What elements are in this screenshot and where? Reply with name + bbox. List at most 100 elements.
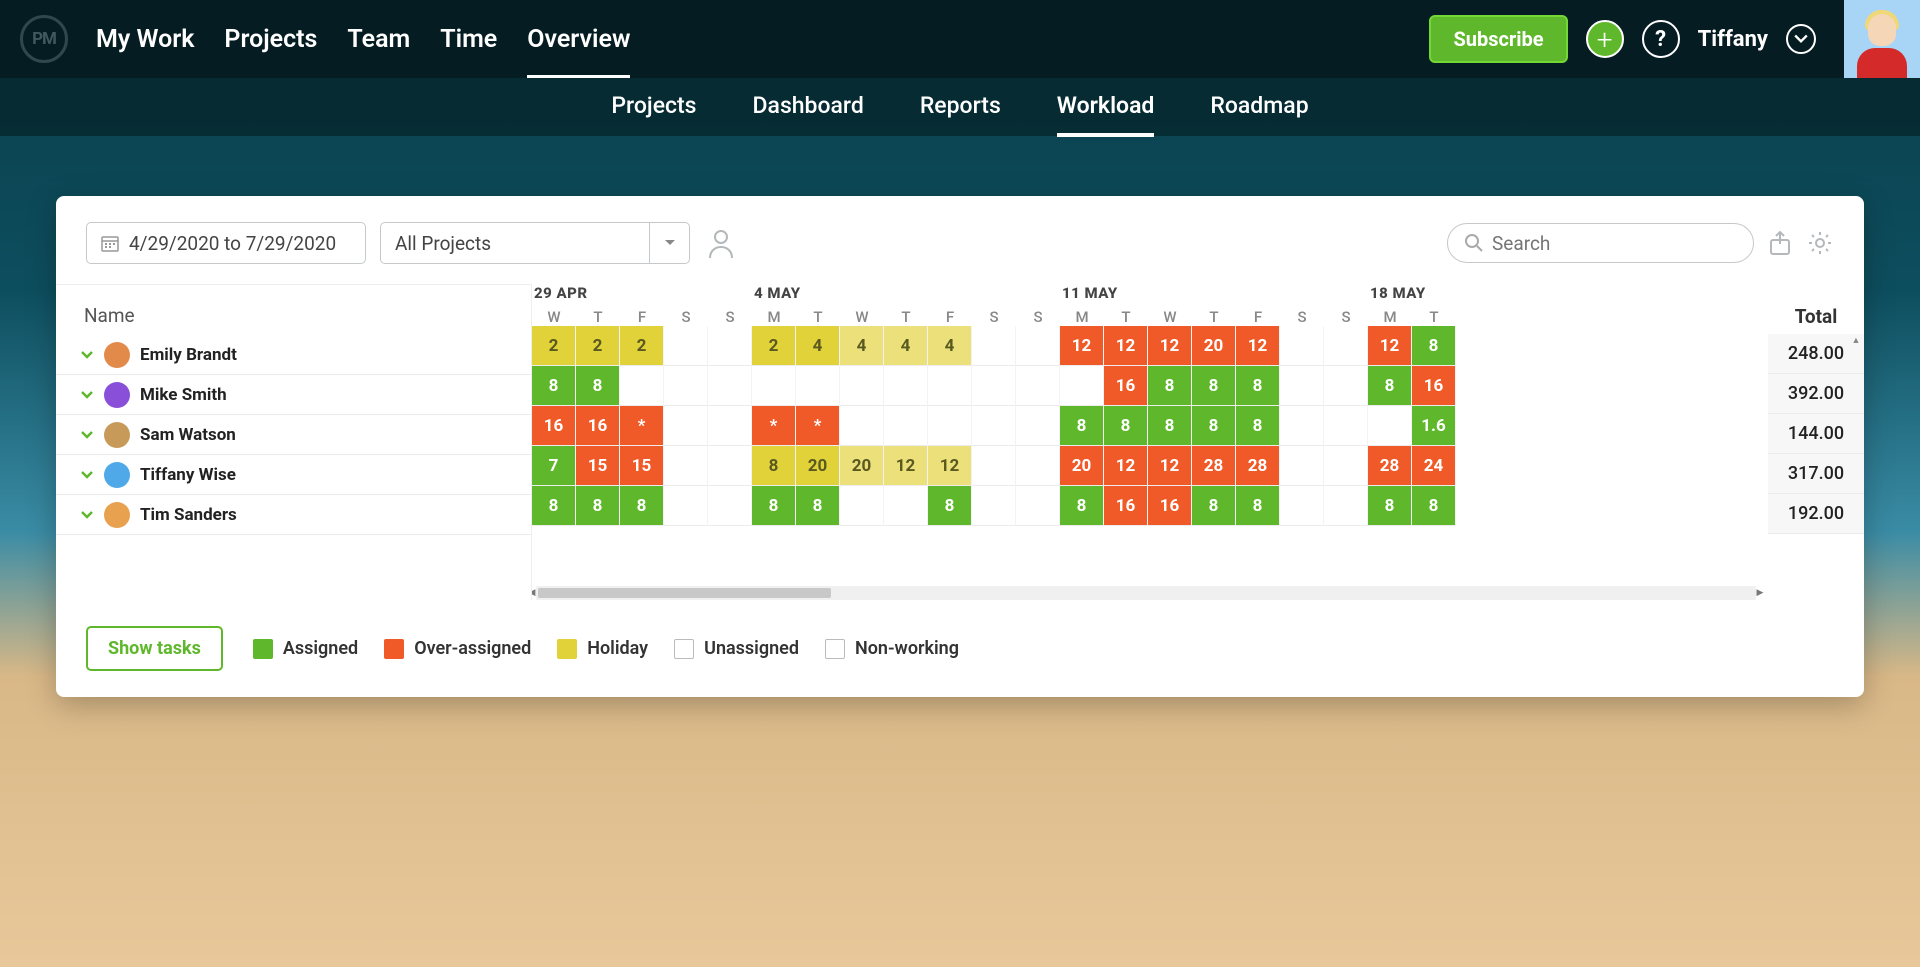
- workload-cell[interactable]: 12: [884, 446, 928, 486]
- workload-cell[interactable]: 8: [1060, 406, 1104, 446]
- workload-cell[interactable]: 8: [1148, 366, 1192, 406]
- workload-cell[interactable]: [708, 326, 752, 366]
- workload-cell[interactable]: 12: [1148, 446, 1192, 486]
- workload-cell[interactable]: 8: [1236, 366, 1280, 406]
- workload-cell[interactable]: 2: [532, 326, 576, 366]
- topnav-item-time[interactable]: Time: [440, 1, 497, 78]
- workload-cell[interactable]: [664, 446, 708, 486]
- topnav-item-overview[interactable]: Overview: [527, 1, 630, 78]
- subnav-item-dashboard[interactable]: Dashboard: [753, 78, 864, 137]
- workload-cell[interactable]: 8: [620, 486, 664, 526]
- workload-cell[interactable]: [664, 406, 708, 446]
- name-column-header[interactable]: Name: [56, 285, 531, 335]
- workload-cell[interactable]: [1280, 446, 1324, 486]
- expand-chevron-icon[interactable]: [80, 470, 94, 480]
- workload-cell[interactable]: [796, 366, 840, 406]
- subnav-item-roadmap[interactable]: Roadmap: [1210, 78, 1308, 137]
- workload-cell[interactable]: 8: [752, 486, 796, 526]
- expand-chevron-icon[interactable]: [80, 350, 94, 360]
- topnav-item-my-work[interactable]: My Work: [96, 1, 194, 78]
- workload-cell[interactable]: [840, 366, 884, 406]
- workload-cell[interactable]: [1016, 406, 1060, 446]
- vertical-scrollbar[interactable]: ▲: [1850, 334, 1862, 534]
- workload-cell[interactable]: 8: [1412, 326, 1456, 366]
- workload-cell[interactable]: 15: [620, 446, 664, 486]
- workload-cell[interactable]: 16: [532, 406, 576, 446]
- subscribe-button[interactable]: Subscribe: [1429, 15, 1567, 63]
- workload-cell[interactable]: 12: [1236, 326, 1280, 366]
- workload-cell[interactable]: 20: [840, 446, 884, 486]
- workload-cell[interactable]: [1016, 326, 1060, 366]
- export-button[interactable]: [1768, 230, 1792, 256]
- workload-cell[interactable]: [840, 406, 884, 446]
- workload-cell[interactable]: 8: [1104, 406, 1148, 446]
- workload-cell[interactable]: [1324, 366, 1368, 406]
- workload-cell[interactable]: 16: [576, 406, 620, 446]
- workload-cell[interactable]: [752, 366, 796, 406]
- person-row[interactable]: Mike Smith: [56, 375, 531, 415]
- horizontal-scrollbar[interactable]: ◀ ▶: [536, 586, 1756, 600]
- scroll-thumb[interactable]: [538, 588, 831, 598]
- workload-cell[interactable]: [1280, 326, 1324, 366]
- workload-cell[interactable]: [1324, 446, 1368, 486]
- workload-cell[interactable]: [972, 366, 1016, 406]
- search-input[interactable]: [1492, 232, 1737, 255]
- workload-cell[interactable]: [972, 486, 1016, 526]
- workload-cell[interactable]: 8: [1192, 366, 1236, 406]
- workload-cell[interactable]: 7: [532, 446, 576, 486]
- workload-cell[interactable]: [664, 366, 708, 406]
- person-filter-button[interactable]: [704, 226, 738, 260]
- workload-cell[interactable]: [840, 486, 884, 526]
- topnav-item-team[interactable]: Team: [347, 1, 410, 78]
- settings-button[interactable]: [1806, 229, 1834, 257]
- workload-cell[interactable]: [884, 486, 928, 526]
- workload-cell[interactable]: 8: [1192, 406, 1236, 446]
- user-avatar[interactable]: [1844, 0, 1920, 78]
- workload-cell[interactable]: 12: [1368, 326, 1412, 366]
- workload-cell[interactable]: 8: [1368, 366, 1412, 406]
- workload-cell[interactable]: 8: [1412, 486, 1456, 526]
- expand-chevron-icon[interactable]: [80, 390, 94, 400]
- workload-cell[interactable]: 12: [1104, 326, 1148, 366]
- workload-cell[interactable]: 8: [576, 366, 620, 406]
- workload-cell[interactable]: [972, 326, 1016, 366]
- workload-cell[interactable]: [928, 366, 972, 406]
- workload-cell[interactable]: 4: [796, 326, 840, 366]
- workload-cell[interactable]: [620, 366, 664, 406]
- workload-cell[interactable]: [708, 406, 752, 446]
- workload-cell[interactable]: 16: [1104, 366, 1148, 406]
- user-menu-toggle[interactable]: [1786, 24, 1816, 54]
- workload-cell[interactable]: [1368, 406, 1412, 446]
- workload-cell[interactable]: [1016, 486, 1060, 526]
- workload-cell[interactable]: *: [620, 406, 664, 446]
- workload-cell[interactable]: 20: [1192, 326, 1236, 366]
- workload-cell[interactable]: 4: [884, 326, 928, 366]
- workload-cell[interactable]: 8: [796, 486, 840, 526]
- workload-cell[interactable]: [884, 406, 928, 446]
- workload-cell[interactable]: 8: [752, 446, 796, 486]
- expand-chevron-icon[interactable]: [80, 510, 94, 520]
- workload-cell[interactable]: [1060, 366, 1104, 406]
- workload-cell[interactable]: 8: [1148, 406, 1192, 446]
- subnav-item-reports[interactable]: Reports: [920, 78, 1001, 137]
- workload-cell[interactable]: [1324, 326, 1368, 366]
- workload-cell[interactable]: [972, 446, 1016, 486]
- subnav-item-workload[interactable]: Workload: [1057, 78, 1155, 137]
- workload-cell[interactable]: 4: [840, 326, 884, 366]
- workload-cell[interactable]: 16: [1104, 486, 1148, 526]
- workload-cell[interactable]: [708, 446, 752, 486]
- workload-cell[interactable]: 20: [796, 446, 840, 486]
- subnav-item-projects[interactable]: Projects: [611, 78, 696, 137]
- workload-cell[interactable]: *: [752, 406, 796, 446]
- expand-chevron-icon[interactable]: [80, 430, 94, 440]
- workload-cell[interactable]: [664, 486, 708, 526]
- workload-cell[interactable]: 28: [1368, 446, 1412, 486]
- workload-cell[interactable]: [1280, 406, 1324, 446]
- workload-cell[interactable]: *: [796, 406, 840, 446]
- workload-cell[interactable]: 28: [1236, 446, 1280, 486]
- workload-cell[interactable]: [1016, 446, 1060, 486]
- workload-cell[interactable]: 8: [1236, 486, 1280, 526]
- person-row[interactable]: Sam Watson: [56, 415, 531, 455]
- workload-cell[interactable]: [1280, 486, 1324, 526]
- workload-cell[interactable]: 24: [1412, 446, 1456, 486]
